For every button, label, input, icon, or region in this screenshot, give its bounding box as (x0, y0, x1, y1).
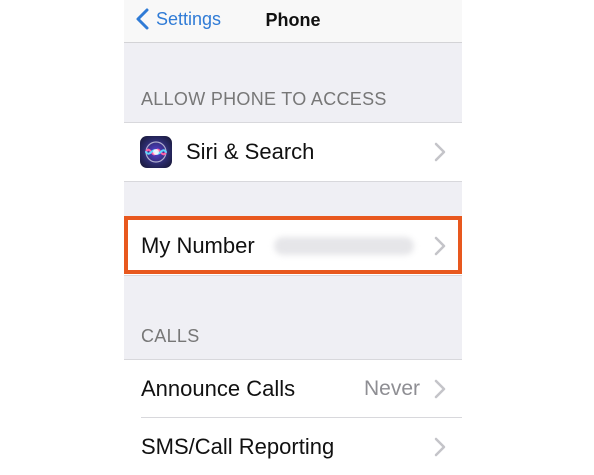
redacted-phone-number (274, 237, 414, 255)
page-title: Phone (265, 10, 321, 30)
my-number-row[interactable]: My Number (124, 216, 462, 276)
siri-search-row[interactable]: Siri & Search (124, 122, 462, 182)
siri-search-label: Siri & Search (186, 139, 315, 164)
my-number-label: My Number (141, 233, 255, 258)
navigation-bar: Settings Phone (124, 0, 462, 43)
section-header-calls: CALLS (141, 326, 200, 346)
announce-calls-row[interactable]: Announce Calls Never (124, 359, 462, 418)
announce-calls-value: Never (363, 377, 420, 400)
siri-icon (140, 136, 172, 168)
section-header-allow-access: ALLOW PHONE TO ACCESS (141, 89, 387, 109)
announce-calls-label: Announce Calls (141, 376, 296, 401)
settings-screen: Settings Phone ALLOW PHONE TO ACCESS Sir… (124, 0, 462, 475)
chevron-right-icon (434, 437, 446, 457)
chevron-right-icon (434, 379, 446, 399)
chevron-right-icon (434, 142, 446, 162)
sms-call-reporting-row[interactable]: SMS/Call Reporting (124, 418, 462, 475)
sms-call-reporting-label: SMS/Call Reporting (141, 434, 335, 459)
chevron-right-icon (434, 236, 446, 256)
